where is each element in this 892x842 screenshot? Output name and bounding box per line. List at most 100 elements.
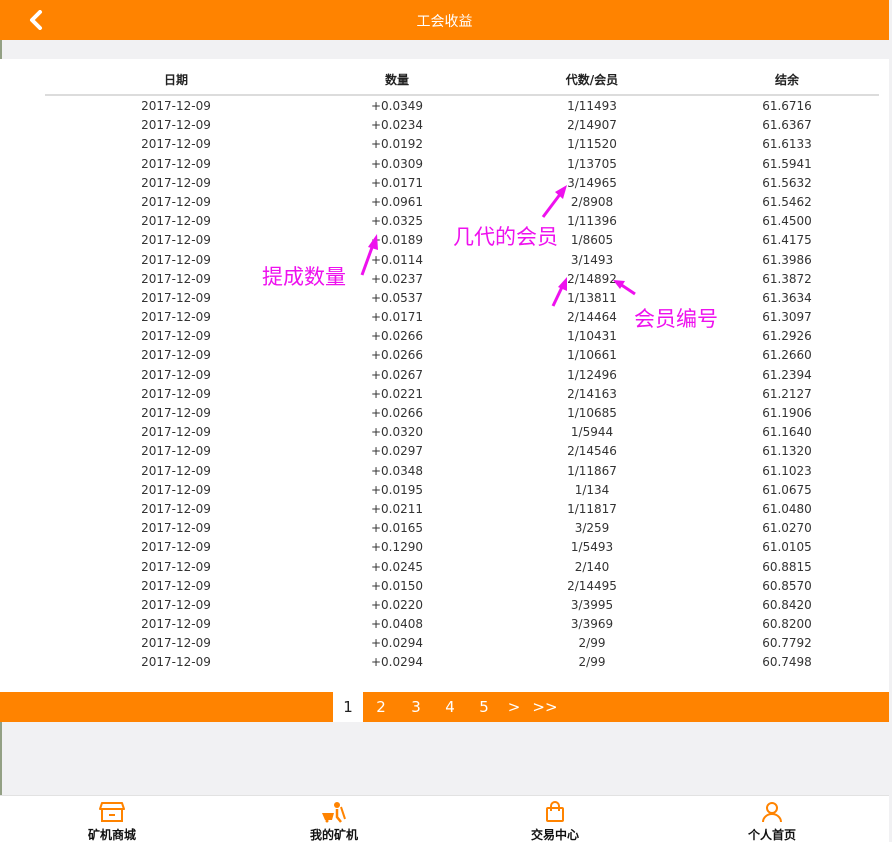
cell-balance: 61.1320 <box>762 444 812 459</box>
cell-generation-member: 1/13705 <box>567 156 617 171</box>
tab-trade-center[interactable]: 交易中心 <box>495 800 615 842</box>
cell-balance: 61.6133 <box>762 137 812 152</box>
cell-amount: +0.0961 <box>370 194 424 209</box>
cell-generation-member: 1/11817 <box>567 501 617 516</box>
cell-date: 2017-12-09 <box>141 597 211 612</box>
cell-amount: +0.0266 <box>370 406 424 420</box>
cell-balance: 61.4175 <box>762 233 812 248</box>
next-page-button[interactable]: > <box>503 692 525 722</box>
last-page-button[interactable]: >> <box>532 692 558 722</box>
cell-amount: +0.0220 <box>370 597 424 612</box>
cell-balance: 61.2127 <box>762 386 812 401</box>
table-row: 2017-12-09 +0.0320 1/5944 61.1640 <box>0 423 889 442</box>
cell-generation-member: 1/12496 <box>567 367 617 382</box>
cell-amount: +0.0408 <box>370 617 424 632</box>
table-row: 2017-12-09 +0.0309 1/13705 61.5941 <box>0 155 889 174</box>
cell-date: 2017-12-09 <box>141 463 211 478</box>
cell-date: 2017-12-09 <box>141 348 211 363</box>
table-row: 2017-12-09 +0.0237 2/14892 61.3872 <box>0 270 889 289</box>
page-4-button[interactable]: 4 <box>436 692 464 722</box>
cell-date: 2017-12-09 <box>141 636 211 651</box>
cell-balance: 61.6716 <box>762 99 812 113</box>
table-row: 2017-12-09 +0.0221 2/14163 61.2127 <box>0 385 889 404</box>
table-row: 2017-12-09 +0.0266 1/10431 61.2926 <box>0 327 889 346</box>
page-2-button[interactable]: 2 <box>367 692 395 722</box>
cell-generation-member: 2/14163 <box>567 386 617 401</box>
cell-generation-member: 2/14907 <box>567 118 617 133</box>
shopping-bag-icon <box>546 801 564 822</box>
table-row: 2017-12-09 +0.0266 1/10661 61.2660 <box>0 346 889 365</box>
annotation-generation-member: 几代的会员 <box>453 225 558 249</box>
cell-date: 2017-12-09 <box>141 99 211 113</box>
cell-generation-member: 1/11493 <box>567 99 617 113</box>
table-row: 2017-12-09 +0.0234 2/14907 61.6367 <box>0 116 889 135</box>
bottom-tab-bar: 矿机商城 我的矿机 交易中心 个人首页 <box>0 795 889 842</box>
cell-amount: +0.0195 <box>370 482 424 497</box>
cell-date: 2017-12-09 <box>141 214 211 229</box>
table-row: 2017-12-09 +0.0408 3/3969 60.8200 <box>0 615 889 634</box>
annotation-member-id: 会员编号 <box>634 307 718 331</box>
table-row: 2017-12-09 +0.0267 1/12496 61.2394 <box>0 366 889 385</box>
cell-balance: 60.8570 <box>762 578 812 593</box>
cell-amount: +0.0234 <box>370 118 424 133</box>
table-row: 2017-12-09 +0.0325 1/11396 61.4500 <box>0 212 889 231</box>
page-3-button[interactable]: 3 <box>402 692 430 722</box>
cell-date: 2017-12-09 <box>141 501 211 516</box>
cell-amount: +0.0171 <box>370 310 424 325</box>
cell-date: 2017-12-09 <box>141 310 211 325</box>
cell-amount: +0.0294 <box>370 636 424 651</box>
cell-generation-member: 1/5493 <box>570 540 614 555</box>
table-row: 2017-12-09 +0.1290 1/5493 61.0105 <box>0 538 889 557</box>
header-divider <box>45 94 879 96</box>
cell-amount: +0.0537 <box>370 290 424 305</box>
cell-amount: +0.0211 <box>370 501 424 516</box>
user-icon <box>762 802 782 823</box>
cell-date: 2017-12-09 <box>141 252 211 267</box>
cell-generation-member: 2/14892 <box>567 271 617 286</box>
cell-balance: 61.0675 <box>762 482 812 497</box>
cell-date: 2017-12-09 <box>141 194 211 209</box>
cell-amount: +0.1290 <box>370 540 424 555</box>
cell-date: 2017-12-09 <box>141 118 211 133</box>
cell-generation-member: 3/3995 <box>570 597 614 612</box>
cell-date: 2017-12-09 <box>141 386 211 401</box>
cell-generation-member: 3/14965 <box>567 175 617 190</box>
table-row: 2017-12-09 +0.0349 1/11493 61.6716 <box>0 97 889 116</box>
page-5-button[interactable]: 5 <box>470 692 498 722</box>
cell-generation-member: 1/10685 <box>567 406 617 420</box>
table-row: 2017-12-09 +0.0297 2/14546 61.1320 <box>0 442 889 461</box>
table-row: 2017-12-09 +0.0171 2/14464 61.3097 <box>0 308 889 327</box>
cell-date: 2017-12-09 <box>141 271 211 286</box>
table-row: 2017-12-09 +0.0266 1/10685 61.1906 <box>0 404 889 423</box>
tab-label: 交易中心 <box>530 828 579 842</box>
page-1-button[interactable]: 1 <box>333 692 363 722</box>
tab-label: 我的矿机 <box>309 828 358 842</box>
cell-balance: 61.0105 <box>762 540 812 555</box>
cell-date: 2017-12-09 <box>141 329 211 344</box>
table-row: 2017-12-09 +0.0220 3/3995 60.8420 <box>0 596 889 615</box>
miner-icon <box>322 802 346 823</box>
cell-balance: 60.8200 <box>762 617 812 632</box>
table-row: 2017-12-09 +0.0294 2/99 60.7498 <box>0 653 889 672</box>
earnings-table: 日期 数量 代数/会员 结余 2017-12-09 +0.0349 1/11493 6… <box>0 59 889 692</box>
cell-balance: 60.7498 <box>762 655 812 670</box>
cell-balance: 61.1023 <box>762 463 812 478</box>
cell-generation-member: 1/134 <box>574 482 610 497</box>
cell-amount: +0.0349 <box>370 99 424 113</box>
tab-label: 矿机商城 <box>87 828 136 842</box>
cell-amount: +0.0150 <box>370 578 424 593</box>
cell-balance: 61.4500 <box>762 214 812 229</box>
column-header-balance: 结余 <box>774 73 799 87</box>
cell-date: 2017-12-09 <box>141 559 211 574</box>
tab-personal-home[interactable]: 个人首页 <box>712 800 832 842</box>
table-row: 2017-12-09 +0.0348 1/11867 61.1023 <box>0 462 889 481</box>
column-header-date: 日期 <box>163 73 188 87</box>
cell-amount: +0.0245 <box>370 559 424 574</box>
tab-miner-shop[interactable]: 矿机商城 <box>52 800 172 842</box>
page-title: 工会收益 <box>416 14 473 30</box>
tab-my-miners[interactable]: 我的矿机 <box>274 800 394 842</box>
cell-balance: 61.5462 <box>762 194 812 209</box>
cell-date: 2017-12-09 <box>141 233 211 248</box>
shop-icon <box>99 802 125 822</box>
cell-amount: +0.0297 <box>370 444 424 459</box>
